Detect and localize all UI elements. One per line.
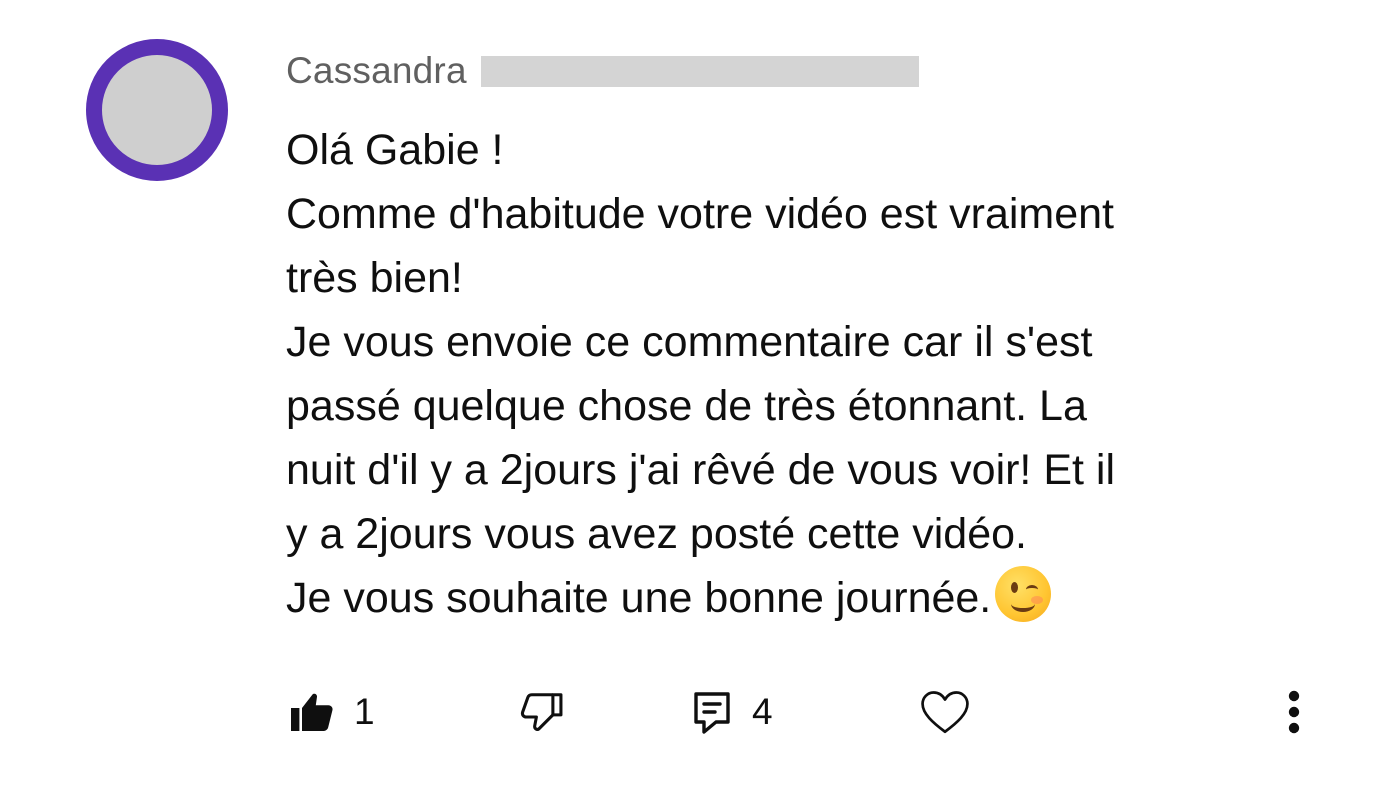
redacted-author-surname (480, 55, 919, 87)
author-name[interactable]: Cassandra (286, 50, 467, 92)
reply-count: 4 (752, 691, 773, 732)
reply-comment-icon (690, 688, 734, 736)
comment-last-line: Je vous souhaite une bonne journée. (286, 566, 1326, 630)
comment-line: Comme d'habitude votre vidéo est vraimen… (286, 190, 1115, 238)
thumbs-up-filled-icon (288, 688, 336, 736)
comment-header: Cassandra (286, 48, 919, 94)
comment-line: Je vous envoie ce commentaire car il s'e… (286, 318, 1093, 366)
heart-button[interactable] (918, 680, 972, 744)
like-button[interactable]: 1 (288, 680, 375, 744)
avatar[interactable] (86, 39, 228, 181)
comment-text: Olá Gabie ! Comme d'habitude votre vidéo… (286, 118, 1326, 630)
comment-line: y a 2jours vous avez posté cette vidéo. (286, 510, 1027, 558)
heart-outline-icon (918, 687, 972, 737)
comment-line: Olá Gabie ! (286, 126, 504, 174)
more-vertical-icon (1282, 688, 1306, 736)
more-options-button[interactable] (1282, 680, 1306, 744)
reply-button[interactable]: 4 (690, 680, 773, 744)
comment-line: nuit d'il y a 2jours j'ai rêvé de vous v… (286, 446, 1116, 494)
comment-line: passé quelque chose de très étonnant. La (286, 382, 1087, 430)
thumbs-down-outline-icon (518, 689, 564, 735)
comment-action-bar: 1 4 (0, 680, 1388, 744)
like-count: 1 (354, 691, 375, 732)
dislike-button[interactable] (518, 680, 564, 744)
winking-face-emoji (995, 566, 1052, 622)
comment-line: très bien! (286, 254, 463, 302)
comment-line-text: Je vous souhaite une bonne journée. (286, 574, 992, 622)
